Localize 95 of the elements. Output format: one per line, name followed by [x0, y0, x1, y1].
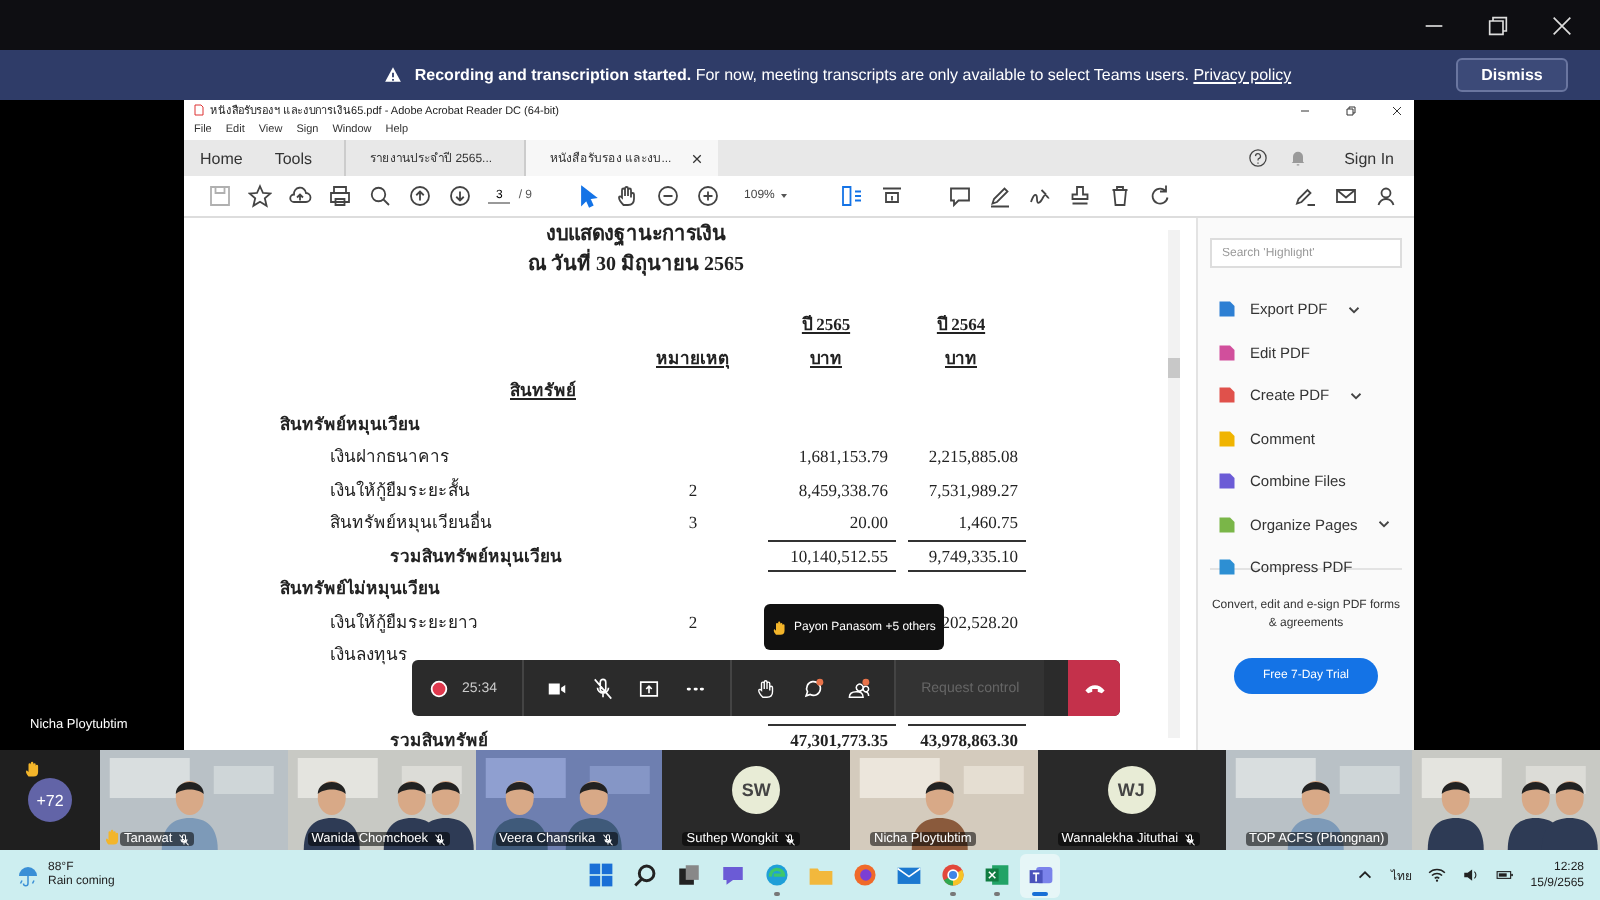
row-label: เงินให้กู้ยืมระยะยาว — [330, 611, 478, 632]
scroll-mode-icon[interactable] — [880, 184, 905, 208]
rain-icon — [16, 863, 40, 887]
hand-icon[interactable] — [616, 184, 641, 208]
privacy-link[interactable]: Privacy policy — [1193, 66, 1292, 84]
sign-in-link[interactable]: Sign In — [1344, 149, 1394, 167]
row-label: สินทรัพย์หมุนเวียน — [280, 413, 420, 434]
browser-icon — [763, 862, 789, 888]
row-label: รวมสินทรัพย์ — [390, 729, 488, 750]
note-number: 3 — [688, 512, 698, 533]
help-icon[interactable] — [1248, 148, 1269, 168]
note-number: 2 — [688, 479, 698, 500]
year-header: ปี 2565 — [801, 311, 851, 337]
mail-icon — [895, 862, 921, 888]
dismiss-button[interactable]: Dismiss — [1456, 58, 1568, 92]
print-icon[interactable] — [328, 184, 352, 208]
task-view-icon — [675, 862, 701, 888]
document-title: งบแสดงฐานะการเงิน — [544, 222, 728, 249]
caret-icon[interactable] — [780, 192, 789, 200]
magnifier-icon[interactable] — [368, 184, 392, 208]
raised-hand-icon — [772, 619, 788, 635]
mic-off-icon[interactable] — [592, 677, 615, 699]
unit-header: บาท — [810, 345, 842, 371]
speaker-icon[interactable] — [1462, 866, 1481, 884]
star-icon[interactable] — [248, 184, 272, 208]
amount: 43,978,863.30 — [920, 729, 1018, 750]
amount: 1,460.75 — [958, 512, 1018, 533]
hang-up-button[interactable] — [1068, 660, 1120, 716]
user-icon[interactable] — [1374, 184, 1398, 208]
spreadsheet-icon — [983, 862, 1009, 888]
browser-icon — [939, 862, 965, 888]
amount: 1,681,153.79 — [798, 446, 888, 467]
share-screen-icon[interactable] — [638, 677, 661, 699]
people-icon[interactable] — [848, 677, 871, 699]
nav-link[interactable]: Home — [184, 140, 259, 176]
chat-icon[interactable] — [802, 677, 825, 699]
row-label: สินทรัพย์ — [510, 380, 576, 401]
pointer-icon[interactable] — [576, 184, 601, 208]
amount: 10,140,512.55 — [790, 545, 888, 566]
row-label: รวมสินทรัพย์หมุนเวียน — [390, 545, 562, 566]
avatar: SW — [732, 766, 781, 814]
chevron-icon[interactable] — [1377, 518, 1390, 531]
note-header: หมายเหตุ — [656, 345, 730, 371]
scrollbar[interactable] — [1168, 230, 1180, 738]
amount: 2,215,885.08 — [928, 446, 1018, 467]
battery-icon[interactable] — [1496, 866, 1515, 884]
meeting-app-icon — [1027, 862, 1053, 888]
banner-message: Recording and transcription started. For now, meeting transcripts are only available to select Teams users. Privacy policy — [414, 66, 1292, 84]
page-fit-icon[interactable] — [840, 184, 865, 208]
trash-icon[interactable] — [1108, 184, 1133, 208]
warning-icon — [384, 66, 403, 84]
stamp-icon[interactable] — [1068, 184, 1093, 208]
mail-icon[interactable] — [1334, 184, 1358, 208]
rotate-icon[interactable] — [1148, 184, 1173, 208]
recording-icon — [428, 677, 450, 699]
phone-icon — [1083, 681, 1106, 695]
row-label: สินทรัพย์ไม่หมุนเวียน — [280, 578, 440, 599]
year-header: ปี 2564 — [936, 311, 986, 337]
fill-sign-icon[interactable] — [1294, 184, 1318, 208]
wifi-icon[interactable] — [1428, 866, 1447, 884]
chevron-icon[interactable] — [1349, 389, 1362, 402]
signature-icon[interactable] — [1028, 184, 1053, 208]
more-participants-count[interactable]: +72 — [28, 778, 72, 822]
avatar: WJ — [1107, 766, 1156, 814]
row-label: เงินลงทุนร — [330, 644, 408, 665]
comment-icon[interactable] — [948, 184, 973, 208]
chevron-up-icon[interactable] — [1356, 866, 1375, 884]
row-label: เงินฝากธนาคาร — [330, 446, 450, 467]
search-icon — [631, 862, 657, 888]
raise-hand-icon[interactable] — [756, 677, 779, 699]
down-arrow-icon[interactable] — [448, 184, 472, 208]
row-label: เงินให้กู้ยืมระยะสั้น — [330, 479, 470, 500]
windows-logo-icon — [587, 862, 613, 888]
row-label: สินทรัพย์หมุนเวียนอื่น — [330, 512, 492, 533]
note-number: 2 — [688, 611, 698, 632]
unit-header: บาท — [945, 345, 977, 371]
zoom-out-icon[interactable] — [656, 184, 681, 208]
zoom-in-icon[interactable] — [696, 184, 721, 208]
amount: 202,528.20 — [941, 611, 1018, 632]
globe-icon — [851, 862, 877, 888]
cloud-upload-icon[interactable] — [288, 184, 312, 208]
chevron-icon[interactable] — [1347, 303, 1360, 316]
chat-bubble-icon — [719, 862, 745, 888]
amount: 8,459,338.76 — [798, 479, 888, 500]
amount: 9,749,335.10 — [928, 545, 1018, 566]
up-arrow-icon[interactable] — [408, 184, 432, 208]
amount: 7,531,989.27 — [928, 479, 1018, 500]
document-date: ณ วันที่ 30 มิถุนายน 2565 — [280, 250, 992, 282]
close-icon[interactable] — [691, 153, 702, 163]
nav-link[interactable]: Tools — [258, 140, 329, 176]
close-icon[interactable] — [1392, 105, 1402, 115]
amount: 47,301,773.35 — [790, 729, 888, 750]
taskbar-app[interactable] — [1020, 853, 1060, 897]
pen-icon[interactable] — [988, 184, 1013, 208]
amount: 20.00 — [849, 512, 888, 533]
